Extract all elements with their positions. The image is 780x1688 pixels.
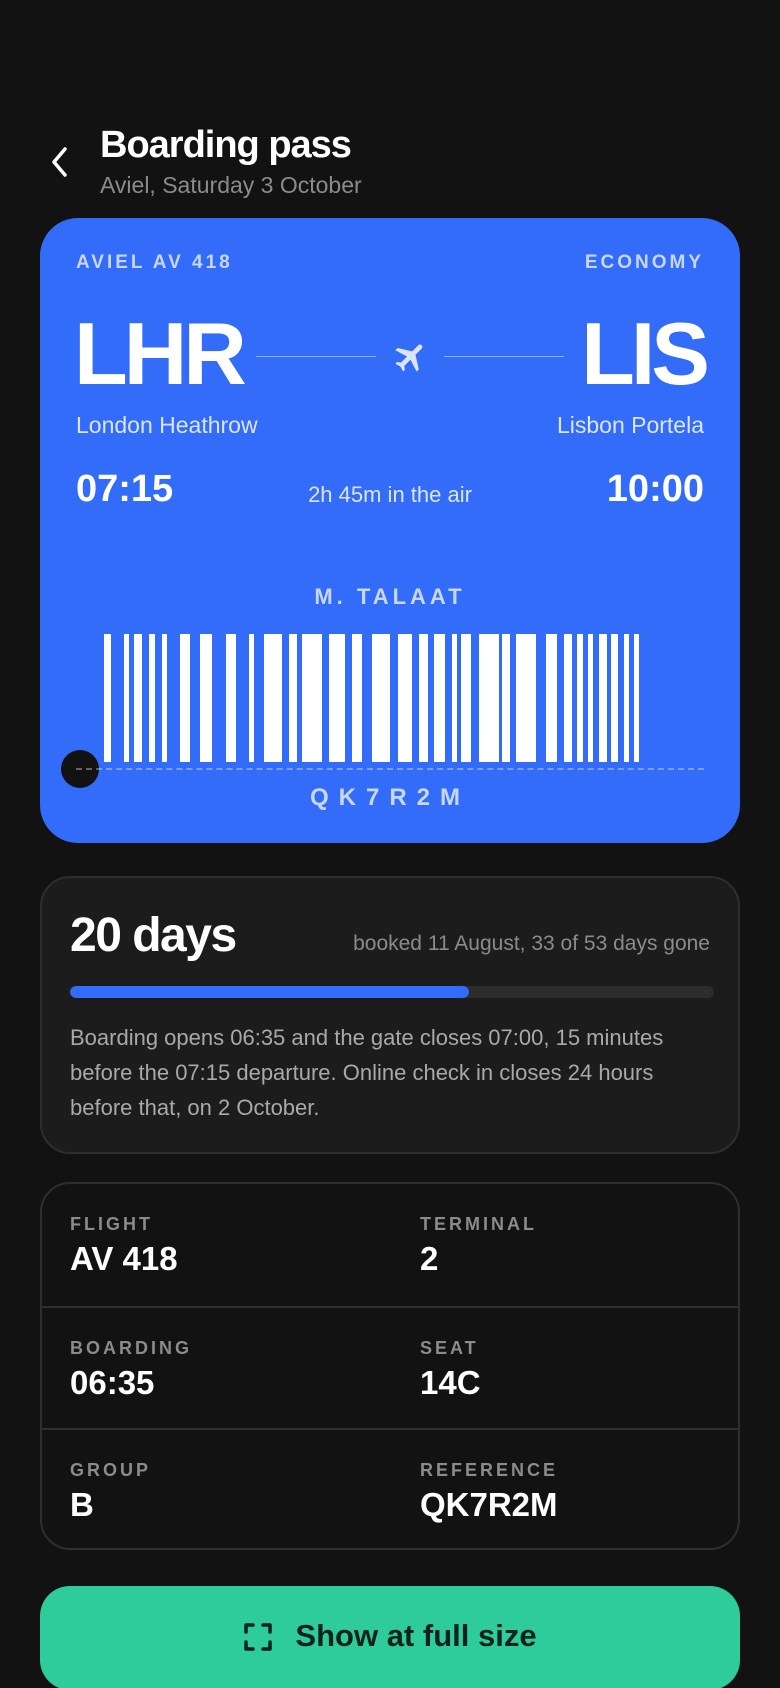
origin-code: LHR [74, 304, 247, 403]
origin-city: London Heathrow [76, 412, 258, 438]
show-full-size-label: Show at full size [295, 1618, 537, 1653]
header: Boarding pass Aviel, Saturday 3 October [0, 120, 780, 210]
barcode-bar [124, 634, 129, 762]
countdown-progress-fill [70, 986, 470, 998]
barcode-bar [434, 634, 445, 762]
barcode-bar [588, 634, 593, 762]
barcode-bar [564, 634, 572, 762]
barcode-bar [329, 634, 345, 762]
barcode-bar [226, 634, 236, 762]
expand-frame-icon [244, 1623, 273, 1651]
detail-label: BOARDING [70, 1338, 192, 1358]
page-title: Boarding pass [100, 124, 352, 166]
detail-label: FLIGHT [70, 1214, 153, 1234]
detail-group: GROUP B [70, 1430, 410, 1550]
cabin-class: ECONOMY [584, 252, 704, 273]
barcode-bar [452, 634, 457, 762]
detail-label: TERMINAL [420, 1214, 537, 1234]
barcode [95, 634, 685, 762]
detail-value: 2 [420, 1240, 439, 1277]
details-row: BOARDING 06:35 SEAT 14C [42, 1306, 738, 1428]
back-button[interactable] [40, 142, 80, 182]
barcode-bar [289, 634, 297, 762]
boarding-pass-screen: Boarding pass Aviel, Saturday 3 October … [0, 0, 780, 1688]
detail-value: AV 418 [70, 1240, 178, 1277]
passenger-name: M. TALAAT [314, 584, 466, 609]
countdown-card: 20 days booked 11 August, 33 of 53 days … [40, 876, 740, 1154]
barcode-bar [249, 634, 254, 762]
detail-value: 14C [420, 1364, 481, 1401]
show-full-size-button[interactable]: Show at full size [40, 1586, 740, 1688]
barcode-bar [104, 634, 111, 762]
airline-flight: AVIEL AV 418 [76, 252, 233, 273]
details-row: FLIGHT AV 418 TERMINAL 2 [42, 1184, 738, 1306]
details-row: GROUP B REFERENCE QK7R2M [42, 1428, 738, 1550]
detail-reference: REFERENCE QK7R2M [420, 1430, 760, 1550]
route-line-right [444, 356, 564, 357]
barcode-bar [149, 634, 155, 762]
barcode-bar [372, 634, 390, 762]
days-remaining: 20 days [70, 909, 237, 962]
destination-code: LIS [581, 304, 710, 403]
flight-details: FLIGHT AV 418 TERMINAL 2 BOARDING 06:35 … [40, 1182, 740, 1550]
boarding-note: Boarding opens 06:35 and the gate closes… [70, 1025, 664, 1120]
detail-seat: SEAT 14C [420, 1308, 760, 1428]
barcode-bar [461, 634, 471, 762]
boarding-pass-ticket: AVIEL AV 418 ECONOMY LHR LIS London Heat… [40, 218, 740, 843]
barcode-bar [264, 634, 282, 762]
barcode-bar [577, 634, 583, 762]
barcode-bar [502, 634, 510, 762]
barcode-bar [624, 634, 629, 762]
barcode-bar [611, 634, 618, 762]
detail-boarding: BOARDING 06:35 [70, 1308, 410, 1428]
detail-terminal: TERMINAL 2 [420, 1184, 760, 1304]
barcode-bar [546, 634, 557, 762]
detail-label: SEAT [420, 1338, 479, 1358]
detail-value: 06:35 [70, 1364, 155, 1401]
perforation-line [76, 768, 704, 770]
barcode-bar [302, 634, 322, 762]
barcode-bar [200, 634, 212, 762]
barcode-bar [180, 634, 190, 762]
booking-info: booked 11 August, 33 of 53 days gone [353, 932, 710, 955]
barcode-bar [352, 634, 362, 762]
destination-city: Lisbon Portela [556, 412, 704, 438]
airplane-icon [395, 344, 423, 372]
barcode-bar [134, 634, 142, 762]
detail-flight: FLIGHT AV 418 [70, 1184, 410, 1304]
barcode-bar [479, 634, 499, 762]
detail-value: QK7R2M [420, 1486, 558, 1523]
barcode-bar [599, 634, 607, 762]
detail-label: GROUP [70, 1460, 152, 1480]
arrival-time: 10:00 [606, 468, 704, 510]
barcode-bar [398, 634, 412, 762]
barcode-bar [162, 634, 167, 762]
countdown-progress [70, 986, 714, 998]
route-line-left [256, 356, 376, 357]
chevron-left-icon [52, 147, 67, 177]
page-subtitle: Aviel, Saturday 3 October [100, 172, 362, 198]
barcode-bar [419, 634, 428, 762]
barcode-bar [516, 634, 536, 762]
barcode-bar [634, 634, 639, 762]
booking-code: QK7R2M [309, 784, 471, 811]
detail-value: B [70, 1486, 94, 1523]
detail-label: REFERENCE [420, 1460, 559, 1480]
